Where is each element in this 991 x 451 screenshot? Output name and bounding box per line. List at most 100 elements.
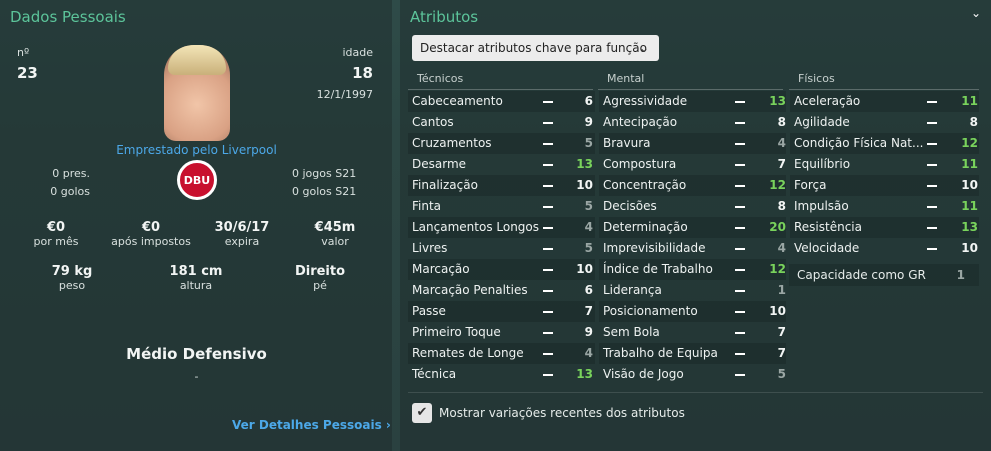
attribute-name: Marcação Penalties: [412, 283, 528, 297]
attribute-name: Cruzamentos: [412, 136, 492, 150]
attribute-value: 12: [961, 136, 978, 150]
attribute-row[interactable]: Índice de Trabalho 12: [599, 259, 786, 280]
attribute-value: 7: [777, 346, 786, 360]
attribute-row[interactable]: Velocidade 10: [790, 238, 979, 259]
attribute-name: Finalização: [412, 178, 478, 192]
appearances: 0 pres.: [52, 167, 90, 180]
view-personal-details-link[interactable]: Ver Detalhes Pessoais ›: [232, 418, 391, 432]
attribute-value: 4: [777, 241, 786, 255]
attribute-name: Finta: [412, 199, 442, 213]
attribute-row[interactable]: Compostura 7: [599, 154, 786, 175]
attribute-row[interactable]: Concentração 12: [599, 175, 786, 196]
attribute-name: Compostura: [603, 157, 677, 171]
attribute-row[interactable]: Equilíbrio 11: [790, 154, 979, 175]
weight-value: 79 kg: [51, 264, 93, 279]
trend-flat-icon: [735, 143, 745, 145]
attribute-value: 8: [969, 115, 978, 129]
trend-flat-icon: [543, 101, 553, 103]
attribute-row[interactable]: Finalização 10: [408, 175, 595, 196]
market-value-label: valor: [321, 235, 349, 248]
attribute-row[interactable]: Finta 5: [408, 196, 595, 217]
attribute-name: Agilidade: [794, 115, 850, 129]
attribute-row[interactable]: Marcação 10: [408, 259, 595, 280]
attribute-name: Livres: [412, 241, 448, 255]
preferred-foot-value: Direito: [294, 264, 346, 279]
attribute-value: 7: [584, 304, 593, 318]
attribute-row[interactable]: Aceleração 11: [790, 91, 979, 112]
trend-flat-icon: [543, 248, 553, 250]
market-value: €45m: [314, 220, 356, 235]
attribute-value: 6: [584, 94, 593, 108]
age-value: 18: [352, 64, 373, 82]
attribute-row[interactable]: Primeiro Toque 9: [408, 322, 595, 343]
preferred-foot-label: pé: [313, 279, 327, 292]
trend-flat-icon: [735, 290, 745, 292]
u21-appearances: 0 jogos S21: [292, 167, 357, 180]
collapse-chevron-icon[interactable]: ⌄: [971, 6, 981, 20]
attribute-row[interactable]: Remates de Longe 4: [408, 343, 595, 364]
attribute-row[interactable]: Técnica 13: [408, 364, 595, 385]
attribute-value: 7: [777, 157, 786, 171]
attribute-row[interactable]: Livres 5: [408, 238, 595, 259]
attribute-row[interactable]: Cabeceamento 6: [408, 91, 595, 112]
attribute-row[interactable]: Força 10: [790, 175, 979, 196]
attribute-row[interactable]: Condição Física Nat... 12: [790, 133, 979, 154]
attribute-name: Primeiro Toque: [412, 325, 501, 339]
attribute-value: 13: [961, 220, 978, 234]
trend-flat-icon: [735, 353, 745, 355]
wage-value: €0: [46, 220, 66, 235]
chevron-down-icon: ⌄: [638, 41, 649, 55]
attribute-name: Posicionamento: [603, 304, 698, 318]
attribute-name: Força: [794, 178, 827, 192]
checkmark-icon: ✔: [416, 405, 428, 420]
date-of-birth: 12/1/1997: [316, 88, 373, 101]
attribute-value: 6: [584, 283, 593, 297]
attributes-title: Atributos: [410, 8, 479, 26]
attribute-row[interactable]: Sem Bola 7: [599, 322, 786, 343]
attribute-row[interactable]: Impulsão 11: [790, 196, 979, 217]
attribute-value: 11: [961, 94, 978, 108]
attribute-row[interactable]: Passe 7: [408, 301, 595, 322]
attribute-row[interactable]: Marcação Penalties 6: [408, 280, 595, 301]
height-label: altura: [179, 279, 213, 292]
attribute-value: 12: [769, 178, 786, 192]
attribute-row[interactable]: Decisões 8: [599, 196, 786, 217]
attribute-row[interactable]: Cantos 9: [408, 112, 595, 133]
attribute-row[interactable]: Agilidade 8: [790, 112, 979, 133]
technical-attributes-list: Cabeceamento 6 Cantos 9 Cruzamentos 5 Desarme 1…: [408, 91, 595, 385]
attribute-row[interactable]: Resistência 13: [790, 217, 979, 238]
attribute-row[interactable]: Cruzamentos 5: [408, 133, 595, 154]
show-recent-changes-checkbox[interactable]: ✔: [412, 403, 432, 423]
goalkeeper-rating-value: 1: [956, 268, 965, 282]
trend-flat-icon: [543, 353, 553, 355]
loan-status-link[interactable]: Emprestado pelo Liverpool: [100, 143, 293, 157]
trend-flat-icon: [927, 164, 937, 166]
attribute-row[interactable]: Visão de Jogo 5: [599, 364, 786, 385]
attribute-value: 7: [777, 325, 786, 339]
attribute-value: 5: [584, 241, 593, 255]
physical-attributes-list: Aceleração 11 Agilidade 8 Condição Física Na…: [790, 91, 979, 259]
personal-details-panel: Dados Pessoais nº 23 idade 18 12/1/1997 …: [0, 0, 392, 451]
trend-flat-icon: [735, 332, 745, 334]
attribute-row[interactable]: Determinação 20: [599, 217, 786, 238]
attribute-row[interactable]: Imprevisibilidade 4: [599, 238, 786, 259]
attribute-name: Determinação: [603, 220, 688, 234]
attribute-value: 12: [769, 262, 786, 276]
attribute-value: 5: [584, 136, 593, 150]
attribute-row[interactable]: Agressividade 13: [599, 91, 786, 112]
attributes-panel: Atributos ⌄ Destacar atributos chave par…: [400, 0, 991, 451]
attribute-name: Bravura: [603, 136, 651, 150]
technical-header: Técnicos: [408, 68, 593, 90]
attribute-row[interactable]: Trabalho de Equipa 7: [599, 343, 786, 364]
attribute-row[interactable]: Posicionamento 10: [599, 301, 786, 322]
attribute-name: Condição Física Nat...: [794, 136, 924, 150]
player-position: Médio Defensivo: [126, 345, 267, 363]
attribute-row[interactable]: Lançamentos Longos 4: [408, 217, 595, 238]
attribute-row[interactable]: Antecipação 8: [599, 112, 786, 133]
attribute-name: Velocidade: [794, 241, 860, 255]
attribute-row[interactable]: Desarme 13: [408, 154, 595, 175]
highlight-role-dropdown[interactable]: Destacar atributos chave para função ⌄: [412, 35, 659, 61]
chevron-right-icon: ›: [385, 418, 391, 432]
attribute-row[interactable]: Bravura 4: [599, 133, 786, 154]
attribute-row[interactable]: Liderança 1: [599, 280, 786, 301]
